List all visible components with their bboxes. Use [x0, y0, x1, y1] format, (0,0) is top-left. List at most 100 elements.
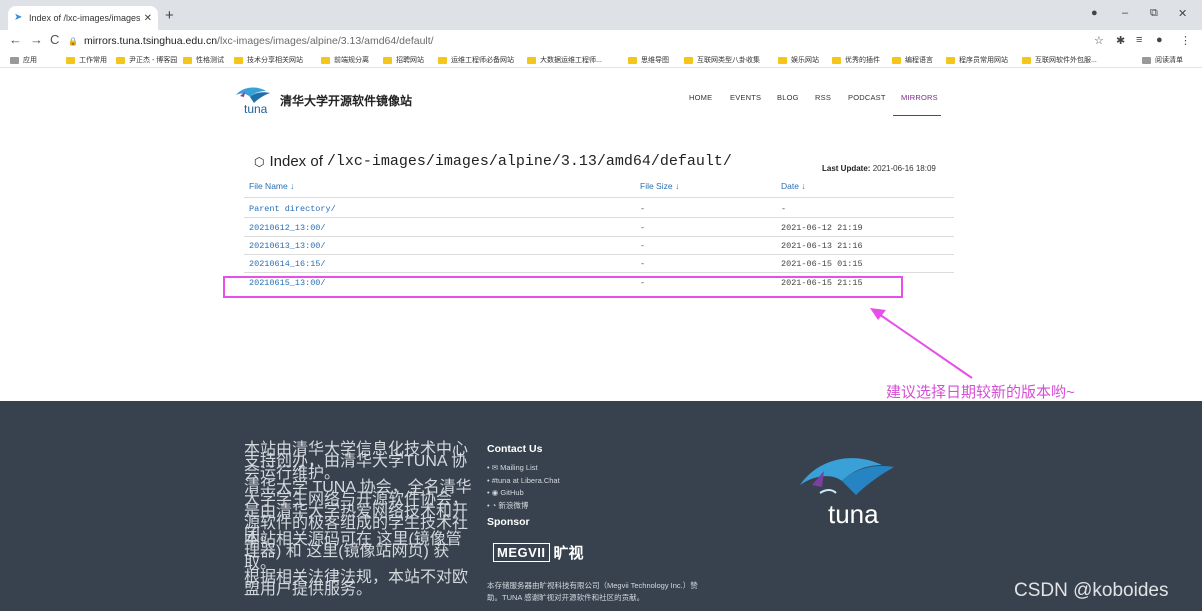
bookmark-item[interactable]: 优秀的插件 [832, 55, 880, 65]
contact-title: Contact Us [487, 443, 543, 455]
watermark: CSDN @koboides [1014, 580, 1169, 601]
table-row-date: - [781, 204, 787, 214]
table-row-name[interactable]: 20210614_16:15/ [249, 259, 326, 269]
weibo-icon: ◔ [491, 501, 497, 510]
sponsor-note: 本存储服务器由旷视科技有限公司（Megvii Technology Inc.）赞… [487, 581, 698, 602]
nav-blog[interactable]: BLOG [777, 93, 799, 102]
last-update-label: Last Update: [822, 164, 871, 173]
folder-icon [383, 56, 392, 64]
annotation-text: 建议选择日期较新的版本哟~ [886, 384, 1075, 401]
index-heading: ⬡ Index of /lxc-images/images/alpine/3.1… [254, 153, 732, 170]
reading-list-icon[interactable]: ≡ [1136, 34, 1142, 46]
nav-rss[interactable]: RSS [815, 93, 831, 102]
nav-podcast[interactable]: PODCAST [848, 93, 886, 102]
folder-icon [66, 56, 75, 64]
folder-icon [946, 56, 955, 64]
folder-icon [527, 56, 536, 64]
svg-text:tuna: tuna [828, 499, 879, 529]
extension-icon[interactable]: ✱ [1116, 34, 1125, 47]
restore-button[interactable]: ⧉ [1150, 7, 1158, 20]
menu-icon[interactable]: ⋮ [1180, 34, 1191, 47]
annotation-arrow-icon [870, 308, 973, 379]
bookmarks-bar: 应用 工作常用 尹正杰 - 博客园 性格测试 技术分享相关网站 前端规分离 招聘网站 运维工程… [0, 52, 1202, 68]
close-tab-icon[interactable]: ✕ [144, 13, 152, 24]
contact-irc[interactable]: • #tuna at Libera.Chat [487, 476, 560, 485]
nav-mirrors[interactable]: MIRRORS [901, 93, 938, 102]
address-bar[interactable]: 🔒 mirrors.tuna.tsinghua.edu.cn /lxc-imag… [68, 31, 1080, 51]
bookmark-item[interactable]: 互联网类型八卦收集 [684, 55, 760, 65]
bookmark-item[interactable]: 技术分享相关网站 [234, 55, 303, 65]
column-file-name[interactable]: File Name ↓ [249, 181, 294, 191]
account-icon[interactable]: ● [1156, 34, 1163, 46]
bookmark-item[interactable]: 互联网软件外包服... [1022, 55, 1097, 65]
tuna-fish-logo-icon: tuna [800, 458, 894, 529]
table-row-size: - [640, 204, 646, 214]
bookmark-item[interactable]: 大数据运维工程师... [527, 55, 602, 65]
site-title[interactable]: 清华大学开源软件镜像站 [280, 92, 412, 109]
back-button[interactable]: ← [9, 33, 22, 47]
contact-mailing-list[interactable]: • ✉ Mailing List [487, 463, 538, 472]
browser-tab[interactable]: ➤ Index of /lxc-images/images/a ✕ [8, 6, 158, 30]
sponsor-title: Sponsor [487, 516, 530, 528]
footer-about: 本站由清华大学信息化技术中心支持创办，由清华大学TUNA 协会运行维护。 [244, 441, 469, 482]
bookmark-item[interactable]: 招聘网站 [383, 55, 424, 65]
nav-events[interactable]: EVENTS [730, 93, 761, 102]
bookmark-item[interactable]: 前端规分离 [321, 55, 369, 65]
tuna-favicon-icon: ➤ [14, 12, 23, 23]
column-file-size[interactable]: File Size ↓ [640, 181, 679, 191]
table-row-size: - [640, 241, 646, 251]
table-row-size: - [640, 223, 646, 233]
folder-icon [321, 56, 330, 64]
folder-icon [628, 56, 637, 64]
profile-icon[interactable]: ● [1091, 7, 1098, 19]
folder-icon [1022, 56, 1031, 64]
row-divider [244, 254, 954, 255]
address-toolbar: ← → C 🔒 mirrors.tuna.tsinghua.edu.cn /lx… [0, 30, 1202, 52]
new-tab-button[interactable]: + [165, 8, 174, 23]
nav-home[interactable]: HOME [689, 93, 712, 102]
bookmark-item[interactable]: 编程语言 [892, 55, 933, 65]
logo-text: tuna [244, 102, 268, 115]
bookmark-item[interactable]: 运维工程师必备网站 [438, 55, 514, 65]
minimize-button[interactable]: – [1122, 7, 1128, 19]
close-window-button[interactable]: ✕ [1178, 7, 1187, 20]
bookmark-item[interactable]: 程序员常用网站 [946, 55, 1008, 65]
last-update: Last Update: 2021-06-16 18:09 [822, 164, 936, 173]
bookmark-item[interactable]: 思维导图 [628, 55, 669, 65]
reload-button[interactable]: C [50, 33, 59, 47]
lock-icon: 🔒 [68, 36, 78, 46]
folder-icon [892, 56, 901, 64]
url-host: mirrors.tuna.tsinghua.edu.cn [83, 35, 218, 47]
folder-icon [778, 56, 787, 64]
folder-icon [684, 56, 693, 64]
table-row-name[interactable]: Parent directory/ [249, 204, 336, 214]
bookmark-item[interactable]: 工作常用 [66, 55, 107, 65]
table-row-date: 2021-06-15 01:15 [781, 259, 863, 269]
tab-strip: ➤ Index of /lxc-images/images/a ✕ + ● – … [0, 0, 1202, 30]
table-row-name[interactable]: 20210612_13:00/ [249, 223, 326, 233]
row-divider [244, 272, 954, 273]
row-divider [244, 236, 954, 237]
row-divider [244, 217, 954, 218]
last-update-value: 2021-06-16 18:09 [872, 164, 936, 173]
contact-github[interactable]: • ◉ GitHub [487, 488, 524, 497]
column-date[interactable]: Date ↓ [781, 181, 806, 191]
table-row-size: - [640, 259, 646, 269]
footer-legal: 根据相关法律法规，本站不对欧盟用户提供服务。 [244, 569, 469, 598]
footer-source-code: 本站相关源码可在 这里(镜像管理器) 和 这里(镜像站网页) 获取。 [244, 531, 462, 572]
forward-button[interactable]: → [30, 33, 43, 47]
table-row-date: 2021-06-12 21:19 [781, 223, 863, 233]
apps-icon [10, 56, 19, 64]
contact-weibo[interactable]: • ◔ 新浪微博 [487, 500, 528, 511]
bookmark-item[interactable]: 娱乐网站 [778, 55, 819, 65]
folder-icon [1142, 56, 1151, 64]
megvii-logo[interactable]: MEGVII 旷视 [493, 542, 584, 563]
bookmark-item[interactable]: 应用 [10, 55, 37, 65]
tuna-logo-icon[interactable]: tuna [232, 83, 272, 115]
star-icon[interactable]: ☆ [1094, 34, 1104, 47]
bookmark-item[interactable]: 性格测试 [183, 55, 224, 65]
bookmark-item[interactable]: 阅读清单 [1142, 55, 1183, 65]
highlight-box [223, 276, 903, 298]
table-row-name[interactable]: 20210613_13:00/ [249, 241, 326, 251]
bookmark-item[interactable]: 尹正杰 - 博客园 [116, 55, 177, 65]
